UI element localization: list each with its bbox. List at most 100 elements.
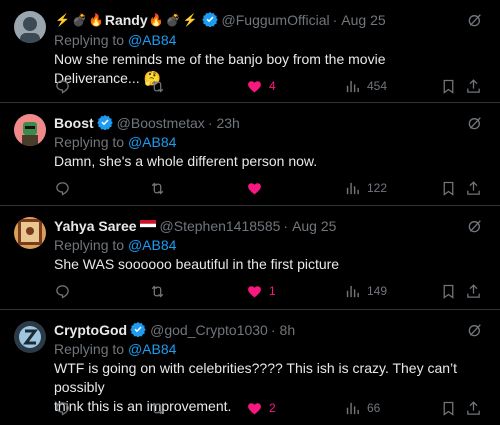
replying-to-link[interactable]: @AB84 (128, 32, 176, 48)
like-count: 4 (269, 79, 276, 93)
replying-to-link[interactable]: @AB84 (128, 341, 176, 357)
replying-to-link[interactable]: @AB84 (128, 237, 176, 253)
reply-button[interactable] (54, 281, 71, 301)
reply-tweet[interactable]: CryptoGod @god_Crypto1030 · 8h Replying … (0, 310, 500, 425)
view-count: 149 (367, 284, 388, 298)
reply-icon (56, 181, 69, 196)
grok-icon[interactable] (466, 114, 484, 132)
bookmark-icon (443, 79, 454, 94)
reply-icon (56, 401, 69, 416)
replies-feed: ⚡ 💣 🔥 Randy 🔥 💣 ⚡ @FuggumOfficial · Aug … (0, 0, 500, 425)
timestamp[interactable]: 23h (216, 115, 239, 131)
avatar[interactable] (14, 11, 46, 43)
repost-button[interactable] (149, 398, 166, 418)
replying-to-link[interactable]: @AB84 (128, 134, 176, 150)
repost-button[interactable] (149, 76, 166, 96)
grok-icon[interactable] (466, 321, 484, 339)
reply-tweet[interactable]: ⚡ 💣 🔥 Randy 🔥 💣 ⚡ @FuggumOfficial · Aug … (0, 0, 500, 103)
like-button[interactable] (246, 178, 269, 198)
reply-button[interactable] (54, 76, 71, 96)
grok-icon[interactable] (466, 11, 484, 29)
like-icon (248, 80, 261, 93)
bookmark-button[interactable] (440, 76, 457, 96)
bookmark-icon (443, 401, 454, 416)
tweet-text: She WAS soooooo beautiful in the first p… (54, 256, 340, 272)
tweet-header: Yahya Saree @Stephen1418585 · Aug 25 (54, 217, 488, 235)
display-name[interactable]: Randy (105, 12, 148, 28)
yemen-flag-icon (139, 218, 156, 234)
repost-button[interactable] (149, 178, 166, 198)
verified-badge-icon (96, 114, 113, 133)
views-button[interactable]: 149 (344, 281, 387, 301)
avatar[interactable] (14, 114, 46, 146)
bookmark-icon (443, 284, 454, 299)
reply-tweet[interactable]: Boost @Boostmetax · 23h Replying to @AB8… (0, 103, 500, 206)
views-button[interactable]: 454 (344, 76, 387, 96)
reply-button[interactable] (54, 178, 71, 198)
share-button[interactable] (465, 178, 482, 198)
display-name[interactable]: CryptoGod (54, 322, 127, 338)
reply-icon (56, 79, 69, 94)
repost-icon (151, 402, 164, 414)
user-handle[interactable]: @Boostmetax (117, 115, 205, 131)
tweet-header: CryptoGod @god_Crypto1030 · 8h (54, 321, 488, 339)
views-icon (346, 285, 359, 297)
share-button[interactable] (465, 281, 482, 301)
avatar[interactable] (14, 321, 46, 353)
separator: · (270, 322, 276, 338)
avatar[interactable] (14, 217, 46, 249)
grok-icon[interactable] (466, 217, 484, 235)
display-name[interactable]: Boost (54, 115, 94, 131)
reply-tweet[interactable]: Yahya Saree @Stephen1418585 · Aug 25 Rep… (0, 206, 500, 310)
share-icon (467, 180, 480, 195)
action-bar: 122 (54, 178, 484, 198)
share-icon (467, 78, 480, 93)
replying-to: Replying to @AB84 (54, 32, 177, 48)
share-icon (467, 283, 480, 298)
share-icon (467, 400, 480, 415)
display-name[interactable]: Yahya Saree (54, 218, 137, 234)
separator: · (207, 115, 213, 131)
user-handle[interactable]: @FuggumOfficial (222, 12, 330, 28)
like-icon (248, 285, 261, 298)
views-icon (346, 402, 359, 414)
action-bar: 1 149 (54, 281, 484, 301)
lightning-emoji: ⚡ (182, 13, 198, 27)
fire-emoji: 🔥 (148, 13, 164, 27)
fire-emoji: 🔥 (88, 13, 104, 27)
like-count: 1 (269, 284, 276, 298)
bookmark-button[interactable] (440, 178, 457, 198)
share-button[interactable] (465, 398, 482, 418)
user-handle[interactable]: @god_Crypto1030 (150, 322, 268, 338)
replying-to: Replying to @AB84 (54, 134, 177, 150)
separator: · (332, 12, 338, 28)
views-button[interactable]: 122 (344, 178, 387, 198)
like-button[interactable]: 1 (246, 281, 276, 301)
views-button[interactable]: 66 (344, 398, 380, 418)
replying-to: Replying to @AB84 (54, 237, 177, 253)
repost-button[interactable] (149, 281, 166, 301)
lightning-emoji: ⚡ (55, 13, 70, 27)
share-button[interactable] (465, 76, 482, 96)
view-count: 454 (367, 79, 388, 93)
tweet-text-line: WTF is going on with celebrities???? Thi… (54, 360, 458, 395)
timestamp[interactable]: 8h (280, 322, 296, 338)
action-bar: 4 454 (54, 76, 484, 96)
reply-button[interactable] (54, 398, 71, 418)
timestamp[interactable]: Aug 25 (292, 218, 336, 234)
bookmark-icon (443, 181, 454, 196)
like-icon (248, 182, 261, 195)
replying-to: Replying to @AB84 (54, 341, 177, 357)
action-bar: 2 66 (54, 398, 484, 418)
tweet-header: Boost @Boostmetax · 23h (54, 114, 488, 132)
bookmark-button[interactable] (440, 281, 457, 301)
timestamp[interactable]: Aug 25 (341, 12, 385, 28)
like-button[interactable]: 2 (246, 398, 276, 418)
bookmark-button[interactable] (440, 398, 457, 418)
like-icon (248, 402, 261, 415)
view-count: 122 (367, 181, 388, 195)
user-handle[interactable]: @Stephen1418585 (160, 218, 281, 234)
verified-badge-icon (130, 321, 146, 340)
like-button[interactable]: 4 (246, 76, 276, 96)
reply-icon (56, 284, 69, 299)
